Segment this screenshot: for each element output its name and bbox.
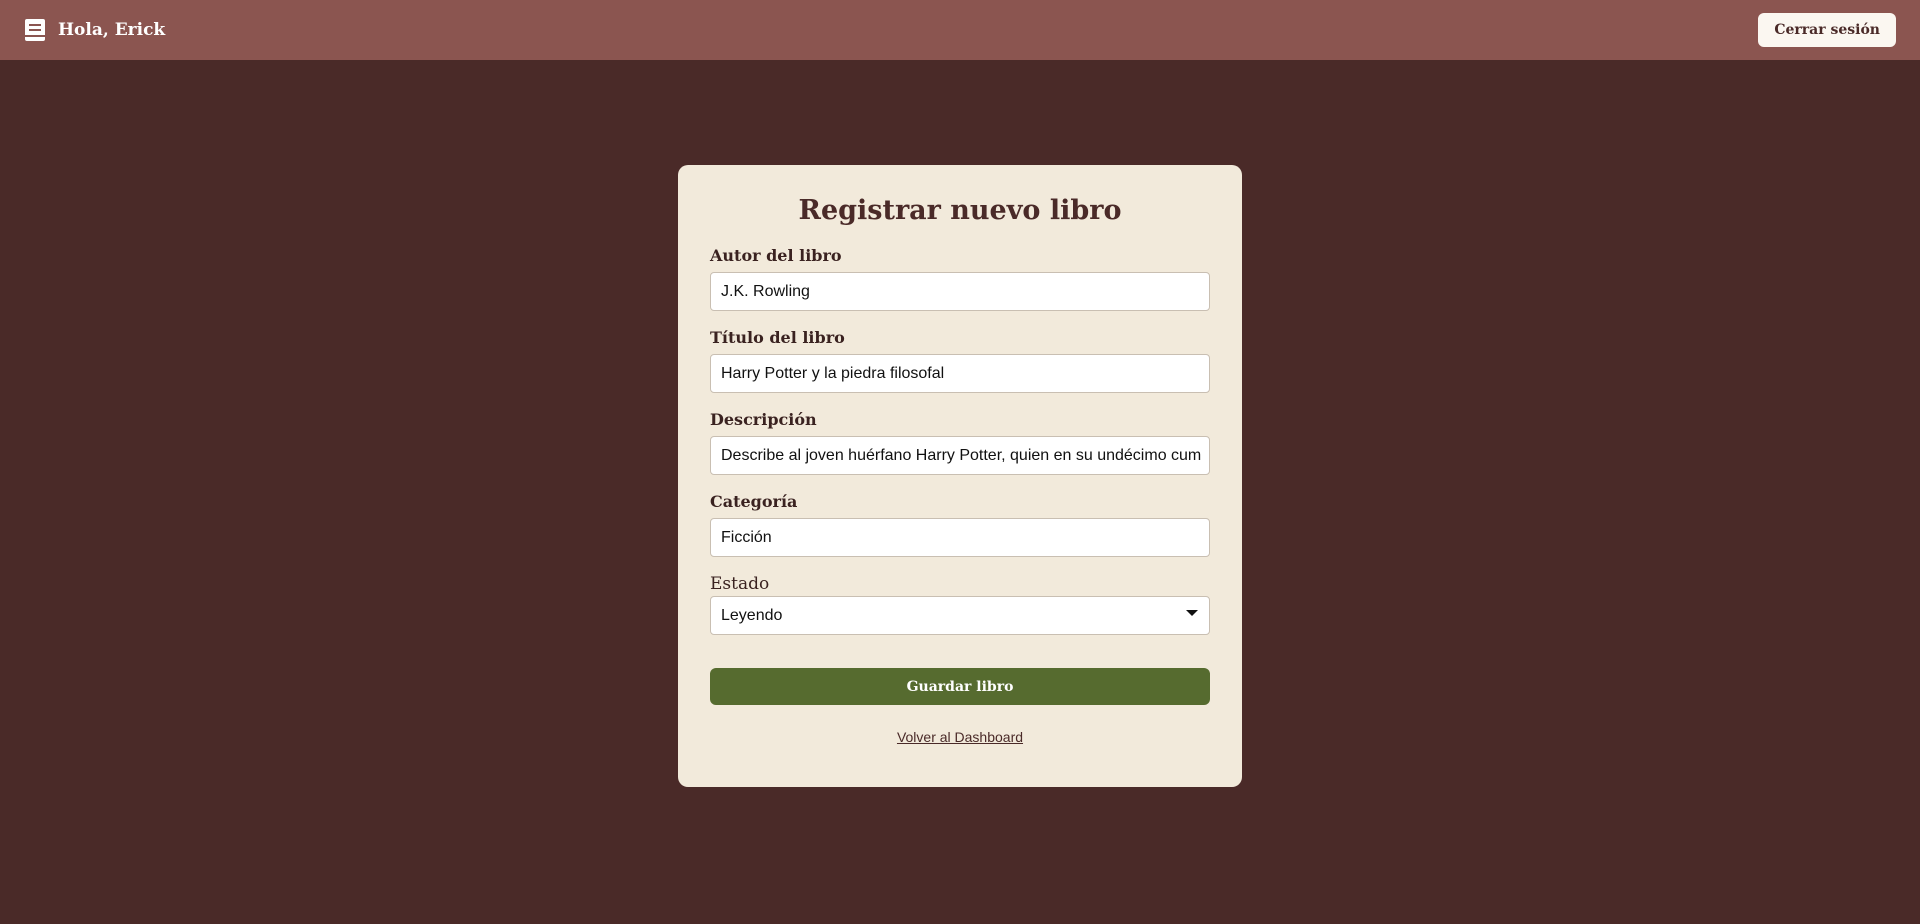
description-input[interactable]: Describe al joven huérfano Harry Potter,… (710, 436, 1210, 475)
author-input[interactable]: J.K. Rowling (710, 272, 1210, 311)
status-label: Estado (710, 574, 770, 594)
category-input[interactable]: Ficción (710, 518, 1210, 557)
register-book-card: Registrar nuevo libro Autor del libro J.… (678, 165, 1242, 787)
description-label: Descripción (710, 410, 817, 429)
book-title-input[interactable]: Harry Potter y la piedra filosofal (710, 354, 1210, 393)
book-title-label: Título del libro (710, 328, 845, 347)
status-select-value[interactable]: Leyendo (710, 596, 1210, 635)
navbar-brand: Hola, Erick (24, 18, 165, 42)
book-icon (24, 18, 46, 42)
category-label: Categoría (710, 492, 798, 511)
top-navbar: Hola, Erick Cerrar sesión (0, 0, 1920, 60)
author-label: Autor del libro (710, 246, 842, 265)
save-book-button[interactable]: Guardar libro (710, 668, 1210, 705)
page-title: Registrar nuevo libro (798, 195, 1122, 226)
chevron-down-icon (1186, 610, 1198, 616)
logout-button[interactable]: Cerrar sesión (1758, 13, 1896, 47)
back-to-dashboard-link[interactable]: Volver al Dashboard (710, 729, 1210, 745)
greeting-text: Hola, Erick (58, 20, 166, 40)
status-select[interactable]: Leyendo (710, 596, 1210, 635)
